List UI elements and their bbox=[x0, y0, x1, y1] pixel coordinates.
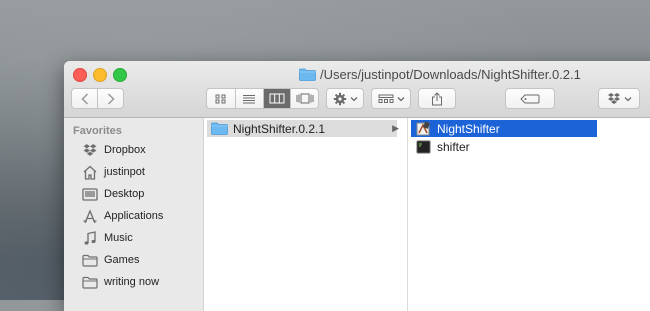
list-view-button[interactable] bbox=[234, 89, 263, 108]
browser-column-1: NightShifter.0.2.1 ▶ bbox=[204, 118, 408, 311]
list-item-label: NightShifter bbox=[437, 121, 500, 136]
arrange-button[interactable] bbox=[371, 88, 411, 109]
cover-flow-button[interactable] bbox=[290, 89, 318, 108]
window-title: /Users/justinpot/Downloads/NightShifter.… bbox=[299, 65, 581, 83]
folder-icon bbox=[210, 121, 228, 136]
list-item-label: NightShifter.0.2.1 bbox=[233, 121, 326, 136]
share-button[interactable] bbox=[418, 88, 456, 109]
column-view-icon bbox=[269, 93, 285, 104]
tag-icon bbox=[520, 94, 540, 103]
chevron-down-icon bbox=[397, 96, 404, 101]
tag-button[interactable] bbox=[505, 88, 555, 109]
sidebar-item-applications[interactable]: Applications bbox=[81, 206, 163, 226]
back-forward-group bbox=[71, 88, 124, 109]
list-item-shifter[interactable]: shifter bbox=[411, 138, 470, 155]
cover-flow-icon bbox=[296, 93, 314, 104]
sidebar-item-label: writing now bbox=[104, 276, 160, 288]
sidebar-item-label: Applications bbox=[104, 210, 164, 222]
sidebar: Favorites Dropbox justinpot Desktop Appl… bbox=[64, 118, 204, 311]
sidebar-item-label: Music bbox=[104, 232, 133, 244]
sidebar-item-label: Games bbox=[104, 254, 140, 266]
finder-window: /Users/justinpot/Downloads/NightShifter.… bbox=[64, 61, 650, 311]
list-item-nightshifter-app[interactable]: NightShifter bbox=[411, 120, 597, 137]
sidebar-item-justinpot[interactable]: justinpot bbox=[81, 162, 145, 182]
sidebar-heading: Favorites bbox=[73, 125, 122, 137]
chevron-left-icon bbox=[80, 92, 88, 105]
chevron-right-icon bbox=[107, 92, 115, 105]
terminal-icon bbox=[414, 139, 432, 154]
sidebar-item-desktop[interactable]: Desktop bbox=[81, 184, 144, 204]
applications-icon bbox=[81, 208, 99, 224]
chevron-down-icon bbox=[350, 96, 357, 101]
zoom-button[interactable] bbox=[113, 68, 127, 82]
list-item-label: shifter bbox=[437, 139, 470, 154]
window-title-text: /Users/justinpot/Downloads/NightShifter.… bbox=[320, 66, 581, 82]
dropbox-toolbar-button[interactable] bbox=[598, 88, 640, 109]
browser-column-2: NightShifter shifter bbox=[408, 118, 650, 311]
music-icon bbox=[81, 230, 99, 246]
disclosure-arrow-icon: ▶ bbox=[392, 123, 399, 133]
sidebar-item-games[interactable]: Games bbox=[81, 250, 139, 270]
view-mode-group bbox=[206, 88, 319, 109]
minimize-button[interactable] bbox=[93, 68, 107, 82]
icon-view-button[interactable] bbox=[207, 89, 235, 108]
close-button[interactable] bbox=[73, 68, 87, 82]
action-button[interactable] bbox=[326, 88, 364, 109]
dropbox-icon bbox=[81, 142, 99, 158]
app-icon bbox=[414, 121, 432, 136]
back-button[interactable] bbox=[72, 89, 97, 108]
icon-view-icon bbox=[215, 94, 226, 103]
list-view-icon bbox=[243, 94, 256, 103]
desktop-icon bbox=[81, 186, 99, 202]
sidebar-item-writing-now[interactable]: writing now bbox=[81, 272, 159, 292]
forward-button[interactable] bbox=[97, 89, 123, 108]
sidebar-item-dropbox[interactable]: Dropbox bbox=[81, 140, 146, 160]
share-icon bbox=[432, 91, 442, 105]
sidebar-item-label: justinpot bbox=[104, 166, 145, 178]
gear-icon bbox=[333, 92, 346, 105]
title-bar: /Users/justinpot/Downloads/NightShifter.… bbox=[64, 61, 650, 118]
folder-icon bbox=[299, 68, 316, 81]
home-icon bbox=[81, 164, 99, 180]
column-view-button[interactable] bbox=[262, 89, 291, 108]
dropbox-icon bbox=[607, 93, 620, 104]
folder-icon bbox=[81, 274, 99, 290]
arrange-icon bbox=[378, 94, 393, 103]
chevron-down-icon bbox=[624, 96, 631, 101]
sidebar-item-label: Dropbox bbox=[104, 144, 146, 156]
list-item-nightshifter-folder[interactable]: NightShifter.0.2.1 bbox=[207, 120, 397, 137]
folder-icon bbox=[81, 252, 99, 268]
sidebar-item-music[interactable]: Music bbox=[81, 228, 133, 248]
sidebar-item-label: Desktop bbox=[104, 188, 145, 200]
